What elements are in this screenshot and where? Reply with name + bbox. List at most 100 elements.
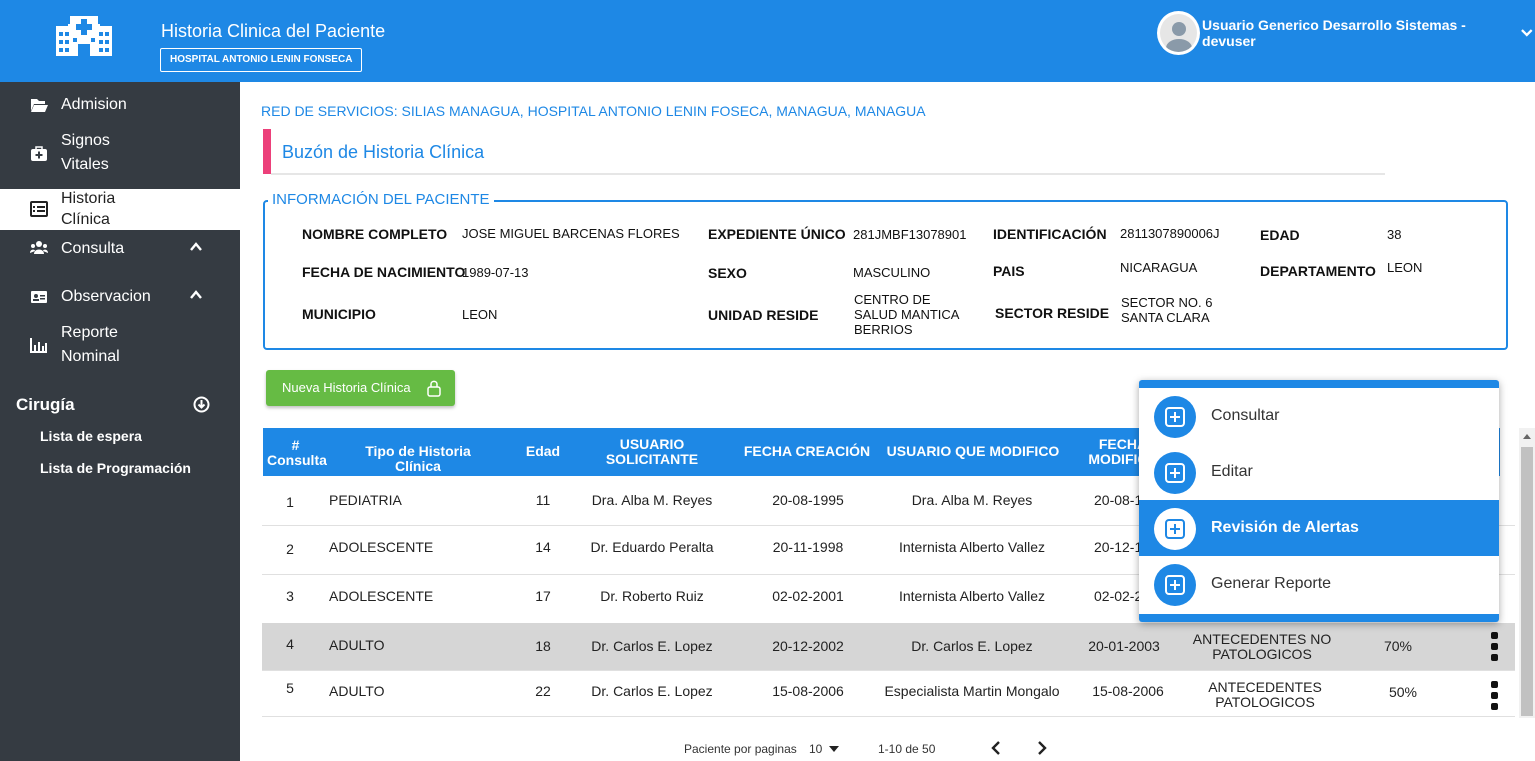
sidebar-item-historia-clinica[interactable]: Historia Clínica <box>0 189 240 230</box>
cell-solicitante: Dr. Carlos E. Lopez <box>591 683 713 699</box>
more-vertical-icon[interactable] <box>1491 632 1498 662</box>
chevron-right-icon[interactable] <box>1036 741 1048 755</box>
column-header-usuario-modifico[interactable]: USUARIO QUE MODIFICO <box>883 444 1063 459</box>
field-value-pais: NICARAGUA <box>1120 260 1198 275</box>
cell-num: 3 <box>286 588 294 604</box>
menu-item-generar-reporte[interactable]: Generar Reporte <box>1139 556 1499 612</box>
field-label-sector-reside: SECTOR RESIDE <box>995 305 1110 321</box>
rows-per-page-select[interactable]: 10 <box>809 742 822 756</box>
scroll-up-arrow-icon[interactable] <box>1522 432 1532 440</box>
chevron-up-icon[interactable] <box>189 288 203 302</box>
sidebar-item-reporte-nominal[interactable]: Reporte Nominal <box>0 320 240 370</box>
scrollbar-thumb[interactable] <box>1521 447 1533 716</box>
cell-usuario-modifico: Internista Alberto Vallez <box>898 588 1046 604</box>
cell-tipo: ADOLESCENTE <box>329 539 434 555</box>
field-value-unidad-reside-line1: CENTRO DE <box>854 292 931 307</box>
field-label-pais: PAIS <box>993 263 1025 279</box>
sidebar-item-label: Consulta <box>61 240 125 257</box>
cell-estado-line1: ANTECEDENTES <box>1208 679 1322 695</box>
sidebar-item-observacion[interactable]: Observacion <box>0 284 240 310</box>
cirugia-section-title[interactable]: Cirugía <box>16 395 75 415</box>
chevron-down-icon[interactable] <box>1519 25 1535 41</box>
table-row[interactable]: 4 ADULTO 18 Dr. Carlos E. Lopez 20-12-20… <box>262 623 1515 671</box>
field-label-sexo: SEXO <box>708 265 747 281</box>
sidebar-item-consulta[interactable]: Consulta <box>0 236 240 262</box>
field-value-expediente: 281JMBF13078901 <box>853 227 967 242</box>
caret-down-icon[interactable] <box>829 746 839 752</box>
bar-chart-icon <box>30 338 47 353</box>
column-header-usuario-solicitante[interactable]: USUARIO SOLICITANTE <box>582 437 722 467</box>
list-icon <box>30 201 48 217</box>
sidebar-item-admision[interactable]: Admision <box>0 92 240 118</box>
lock-icon <box>427 380 441 397</box>
user-menu[interactable]: Usuario Generico Desarrollo Sistemas - d… <box>1157 11 1535 55</box>
cell-solicitante: Dr. Roberto Ruiz <box>600 588 704 604</box>
user-avatar-icon[interactable] <box>1157 11 1201 55</box>
id-card-icon <box>31 291 47 303</box>
cell-avance: 50% <box>1388 684 1418 700</box>
top-header: Historia Clinica del Paciente HOSPITAL A… <box>0 0 1535 82</box>
cell-fecha-modifica: 20-08-1 <box>1094 492 1143 508</box>
field-label-fecha-nacimiento: FECHA DE NACIMIENTO <box>302 264 466 280</box>
chevron-left-icon[interactable] <box>990 741 1002 755</box>
column-header-edad[interactable]: Edad <box>518 444 568 459</box>
sidebar-item-label: Nominal <box>61 348 120 365</box>
row-actions-menu: Consultar Editar Revisión de Alertas Gen… <box>1139 380 1499 622</box>
chevron-up-icon[interactable] <box>189 240 203 254</box>
field-value-sexo: MASCULINO <box>853 265 931 280</box>
menu-item-consultar[interactable]: Consultar <box>1139 388 1499 444</box>
new-clinical-history-label: Nueva Historia Clínica <box>282 380 411 395</box>
cell-fecha-modifica: 15-08-2006 <box>1092 683 1164 699</box>
sidebar-item-lista-programacion[interactable]: Lista de Programación <box>40 460 191 476</box>
table-row[interactable]: 5 ADULTO 22 Dr. Carlos E. Lopez 15-08-20… <box>262 672 1515 717</box>
cell-fecha-creacion: 20-08-1995 <box>772 492 844 508</box>
column-header-num-line1: # <box>291 437 300 453</box>
cell-estado-line2: PATOLOGICOS <box>1215 694 1315 710</box>
sidebar-item-label: Reporte <box>61 324 118 341</box>
cell-usuario-modifico: Internista Alberto Vallez <box>898 539 1046 555</box>
cell-tipo: ADULTO <box>329 683 385 699</box>
plus-square-icon <box>1154 508 1196 550</box>
column-header-usuario-line1: USUARIO <box>619 436 685 452</box>
sidebar-item-lista-espera[interactable]: Lista de espera <box>40 428 142 444</box>
more-vertical-icon[interactable] <box>1491 681 1498 711</box>
sidebar-item-label: Admision <box>61 96 127 113</box>
cell-fecha-creacion: 15-08-2006 <box>772 683 844 699</box>
title-accent-bar <box>263 129 271 174</box>
cell-fecha-creacion: 20-11-1998 <box>772 539 844 555</box>
column-header-num[interactable]: # Consulta <box>267 437 327 468</box>
plus-square-icon <box>1154 564 1196 606</box>
cell-fecha-creacion: 02-02-2001 <box>772 588 844 604</box>
plus-square-icon <box>1154 396 1196 438</box>
field-value-unidad-reside-line2: SALUD MANTICA <box>854 307 960 322</box>
menu-item-revision-alertas[interactable]: Revisión de Alertas <box>1139 500 1499 556</box>
field-label-unidad-reside: UNIDAD RESIDE <box>708 307 819 323</box>
field-value-identificacion: 2811307890006J <box>1120 226 1220 241</box>
new-clinical-history-button[interactable]: Nueva Historia Clínica <box>266 370 455 406</box>
patient-info-legend: INFORMACIÓN DEL PACIENTE <box>268 191 494 208</box>
cell-solicitante: Dra. Alba M. Reyes <box>591 492 713 508</box>
cell-edad: 11 <box>535 492 551 508</box>
pagination-range: 1-10 de 50 <box>878 742 936 756</box>
cell-avance: 70% <box>1383 638 1413 654</box>
cell-num: 4 <box>286 636 294 652</box>
column-header-tipo[interactable]: Tipo de Historia Clínica <box>343 444 493 474</box>
field-value-sector-reside-line2: SANTA CLARA <box>1121 310 1210 325</box>
cell-usuario-modifico: Especialista Martin Mongalo <box>884 683 1060 699</box>
cell-estado: ANTECEDENTES PATOLOGICOS <box>1190 680 1340 710</box>
menu-item-label: Consultar <box>1211 407 1280 424</box>
arrow-down-circle-icon[interactable] <box>193 396 210 413</box>
cell-edad: 17 <box>535 588 551 604</box>
sidebar-item-label: Historia <box>61 190 116 207</box>
hospital-logo-icon <box>56 16 112 56</box>
sidebar-item-signos-vitales[interactable]: Signos Vitales <box>0 128 240 178</box>
pagination-label: Paciente por paginas <box>684 742 797 756</box>
cell-edad: 14 <box>535 539 551 555</box>
cell-tipo: ADOLESCENTE <box>329 588 434 604</box>
sidebar-item-label: Clínica <box>61 211 110 228</box>
menu-item-editar[interactable]: Editar <box>1139 444 1499 500</box>
column-header-fecha-creacion[interactable]: FECHA CREACIÓN <box>737 444 877 459</box>
menu-item-label: Editar <box>1211 463 1253 480</box>
field-label-edad: EDAD <box>1260 227 1300 243</box>
user-name[interactable]: Usuario Generico Desarrollo Sistemas - d… <box>1202 17 1515 49</box>
